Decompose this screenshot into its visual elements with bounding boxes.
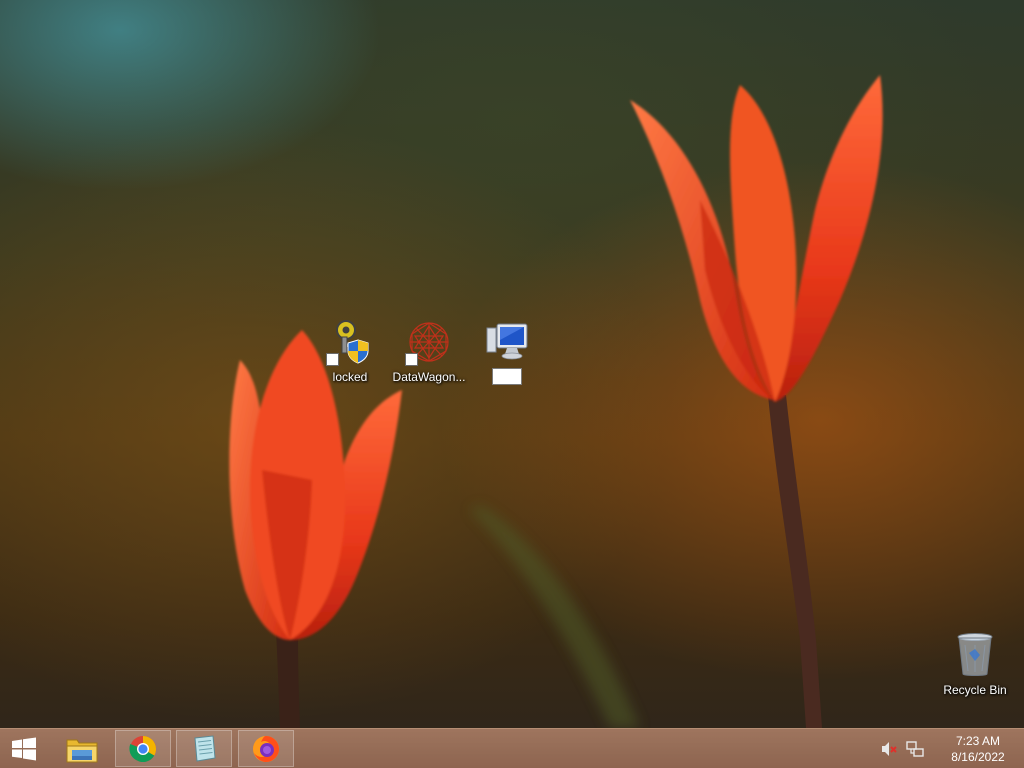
windows-logo-icon xyxy=(12,737,36,760)
chrome-icon xyxy=(129,735,157,762)
desktop-icon-recycle-bin[interactable]: Recycle Bin xyxy=(937,631,1013,697)
taskbar-firefox[interactable] xyxy=(238,730,294,767)
desktop-icon-computer[interactable] xyxy=(469,318,545,385)
desktop-icon-label: locked xyxy=(332,370,368,384)
clock-date: 8/16/2022 xyxy=(951,749,1005,764)
shortcut-arrow-icon xyxy=(405,353,418,366)
shortcut-arrow-icon xyxy=(326,353,339,366)
network-icon[interactable] xyxy=(906,740,924,758)
taskbar-notepad[interactable] xyxy=(176,730,232,767)
clock[interactable]: 7:23 AM 8/16/2022 xyxy=(932,733,1024,765)
notepad-icon xyxy=(194,734,216,762)
firefox-icon xyxy=(253,735,279,762)
file-explorer-icon xyxy=(66,739,98,762)
desktop-icon-datawagon[interactable]: DataWagon... xyxy=(391,318,467,384)
system-tray: 7:23 AM 8/16/2022 xyxy=(880,729,1024,768)
rename-field[interactable] xyxy=(492,368,522,385)
recycle-bin-icon xyxy=(951,631,999,679)
desktop-icon-label: Recycle Bin xyxy=(943,683,1007,697)
taskbar-file-explorer[interactable] xyxy=(54,730,110,767)
desktop-icon-label: DataWagon... xyxy=(392,370,466,384)
red-network-sphere-icon xyxy=(405,318,453,366)
taskbar-chrome[interactable] xyxy=(115,730,171,767)
desktop-icon-locked[interactable]: locked xyxy=(312,318,388,384)
taskbar: 7:23 AM 8/16/2022 xyxy=(0,728,1024,768)
keys-lock-shield-icon xyxy=(326,318,374,366)
desktop[interactable]: locked DataWagon... Recycle Bin xyxy=(0,0,1024,728)
start-button[interactable] xyxy=(0,730,48,767)
speaker-muted-icon[interactable] xyxy=(880,740,898,758)
computer-icon xyxy=(483,318,531,366)
clock-time: 7:23 AM xyxy=(955,733,1001,748)
